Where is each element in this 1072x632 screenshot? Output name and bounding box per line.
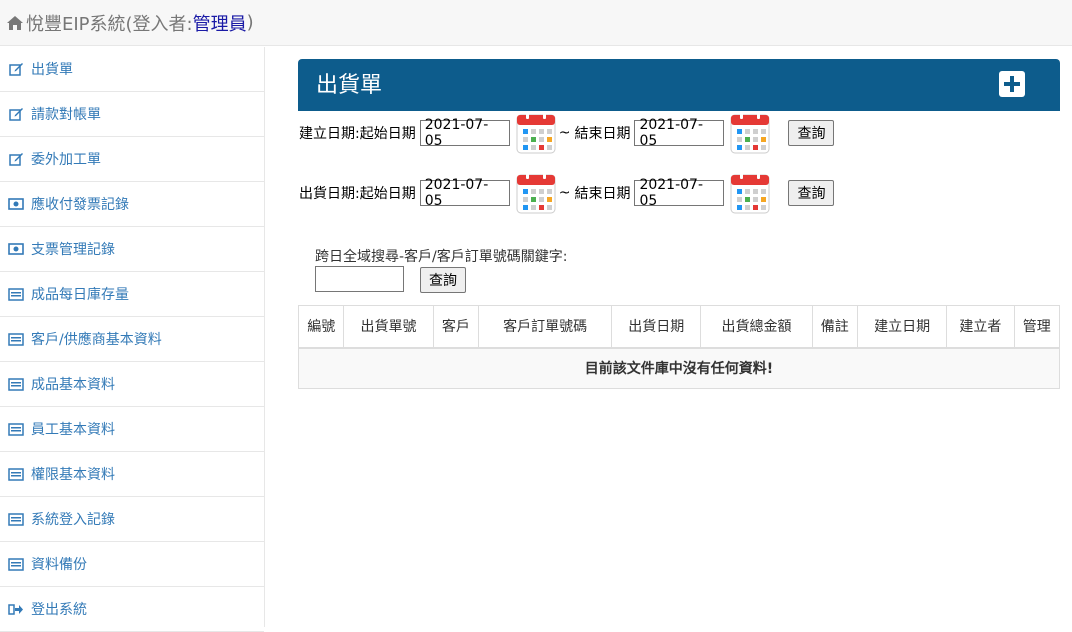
table-header-row: 編號 出貨單號 客戶 客戶訂單號碼 出貨日期 出貨總金額 備註 建立日期 建立者 管理 — [297, 305, 1061, 349]
calendar-icon[interactable] — [728, 171, 772, 215]
column-header: 客戶訂單號碼 — [478, 305, 613, 349]
money-icon — [8, 197, 24, 211]
sidebar-item-label: 登出系統 — [31, 602, 87, 618]
sidebar-item[interactable]: 應收付發票記錄 — [0, 182, 264, 227]
list-icon — [8, 287, 24, 301]
sidebar-item[interactable]: 成品基本資料 — [0, 362, 264, 407]
column-header: 備註 — [811, 305, 858, 349]
sidebar-item[interactable]: 成品每日庫存量 — [0, 272, 264, 317]
sidebar-item[interactable]: 資料備份 — [0, 542, 264, 587]
sidebar-item[interactable]: 權限基本資料 — [0, 452, 264, 497]
list-icon — [8, 377, 24, 391]
create-start-date-input[interactable]: 2021-07-05 — [419, 117, 510, 149]
column-header: 出貨總金額 — [700, 305, 813, 349]
empty-message: 目前該文件庫中沒有任何資料! — [298, 347, 1060, 389]
column-header: 管理 — [1013, 305, 1061, 349]
calendar-icon[interactable] — [514, 171, 558, 215]
sidebar-item-label: 支票管理記錄 — [31, 242, 115, 258]
list-icon — [8, 422, 24, 436]
sidebar-item-label: 出貨單 — [31, 62, 73, 78]
sidebar-item[interactable]: 客戶/供應商基本資料 — [0, 317, 264, 362]
ship-date-query-button[interactable]: 查詢 — [788, 180, 835, 206]
range-tilde: ~ — [558, 185, 571, 201]
ship-start-date-input[interactable]: 2021-07-05 — [419, 177, 510, 209]
global-search-label: 跨日全域搜尋-客戶/客戶訂單號碼關鍵字: — [315, 249, 568, 265]
column-header: 建立日期 — [856, 305, 948, 349]
ship-date-filter: 出貨日期:起始日期 2021-07-05 ~ 結束日期 2021-07-05 查… — [299, 171, 835, 215]
list-icon — [8, 467, 24, 481]
range-tilde: ~ — [558, 125, 571, 141]
sidebar-item[interactable]: 支票管理記錄 — [0, 227, 264, 272]
sidebar-item-label: 委外加工單 — [31, 152, 101, 168]
column-header: 出貨單號 — [343, 305, 434, 349]
create-date-query-button[interactable]: 查詢 — [788, 120, 835, 146]
create-date-filter: 建立日期:起始日期 2021-07-05 ~ 結束日期 2021-07-05 查… — [299, 111, 835, 155]
global-search-input[interactable] — [315, 266, 404, 292]
sidebar-item[interactable]: 請款對帳單 — [0, 92, 264, 137]
create-end-date-label: 結束日期 — [574, 126, 631, 142]
sidebar-item-label: 客戶/供應商基本資料 — [31, 332, 162, 348]
sidebar-item-label: 權限基本資料 — [31, 467, 115, 483]
shipment-table: 編號 出貨單號 客戶 客戶訂單號碼 出貨日期 出貨總金額 備註 建立日期 建立者 管理 目前該文件… — [297, 305, 1061, 389]
money-icon — [8, 242, 24, 256]
ship-date-label: 出貨日期:起始日期 — [299, 186, 416, 202]
sidebar-item-label: 員工基本資料 — [31, 422, 115, 438]
column-header: 編號 — [297, 305, 345, 349]
list-icon — [8, 332, 24, 346]
list-icon — [8, 512, 24, 526]
home-icon[interactable] — [6, 15, 24, 31]
ship-end-date-input[interactable]: 2021-07-05 — [634, 177, 725, 209]
sidebar-item[interactable]: 出貨單 — [0, 47, 264, 92]
edit-icon — [8, 62, 24, 76]
create-end-date-input[interactable]: 2021-07-05 — [634, 117, 725, 149]
top-navbar: 悅豐EIP系統(登入者: 管理員) — [0, 0, 1072, 46]
logged-in-user[interactable]: 管理員 — [193, 10, 247, 36]
plus-square-icon[interactable] — [999, 71, 1025, 97]
calendar-icon[interactable] — [514, 111, 558, 155]
app-title: 悅豐EIP系統(登入者: — [26, 13, 193, 35]
sidebar-item-label: 應收付發票記錄 — [31, 197, 129, 213]
sidebar-item-label: 成品基本資料 — [31, 377, 115, 393]
list-icon — [8, 557, 24, 571]
logout-icon — [8, 602, 24, 616]
column-header: 出貨日期 — [611, 305, 702, 349]
column-header: 建立者 — [946, 305, 1015, 349]
ship-end-date-label: 結束日期 — [574, 186, 631, 202]
sidebar-item[interactable]: 員工基本資料 — [0, 407, 264, 452]
sidebar-item-label: 資料備份 — [31, 557, 87, 573]
create-date-label: 建立日期:起始日期 — [299, 126, 416, 142]
sidebar-item[interactable]: 系統登入記錄 — [0, 497, 264, 542]
sidebar-item-label: 成品每日庫存量 — [31, 287, 129, 303]
table-row: 目前該文件庫中沒有任何資料! — [298, 347, 1060, 389]
sidebar-item-label: 請款對帳單 — [31, 107, 101, 123]
sidebar-item[interactable]: 登出系統 — [0, 587, 264, 632]
calendar-icon[interactable] — [728, 111, 772, 155]
edit-icon — [8, 152, 24, 166]
edit-icon — [8, 107, 24, 121]
sidebar-item-label: 系統登入記錄 — [31, 512, 115, 528]
sidebar-item[interactable]: 委外加工單 — [0, 137, 264, 182]
sidebar: 出貨單請款對帳單委外加工單應收付發票記錄 支票管理記錄 成品每日庫存量客戶/供應商基… — [0, 47, 265, 632]
panel-header: 出貨單 — [298, 59, 1060, 111]
column-header: 客戶 — [432, 305, 480, 349]
global-search-button[interactable]: 查詢 — [420, 267, 466, 293]
page-title: 出貨單 — [316, 73, 383, 98]
app-title-suffix: ) — [246, 12, 254, 33]
